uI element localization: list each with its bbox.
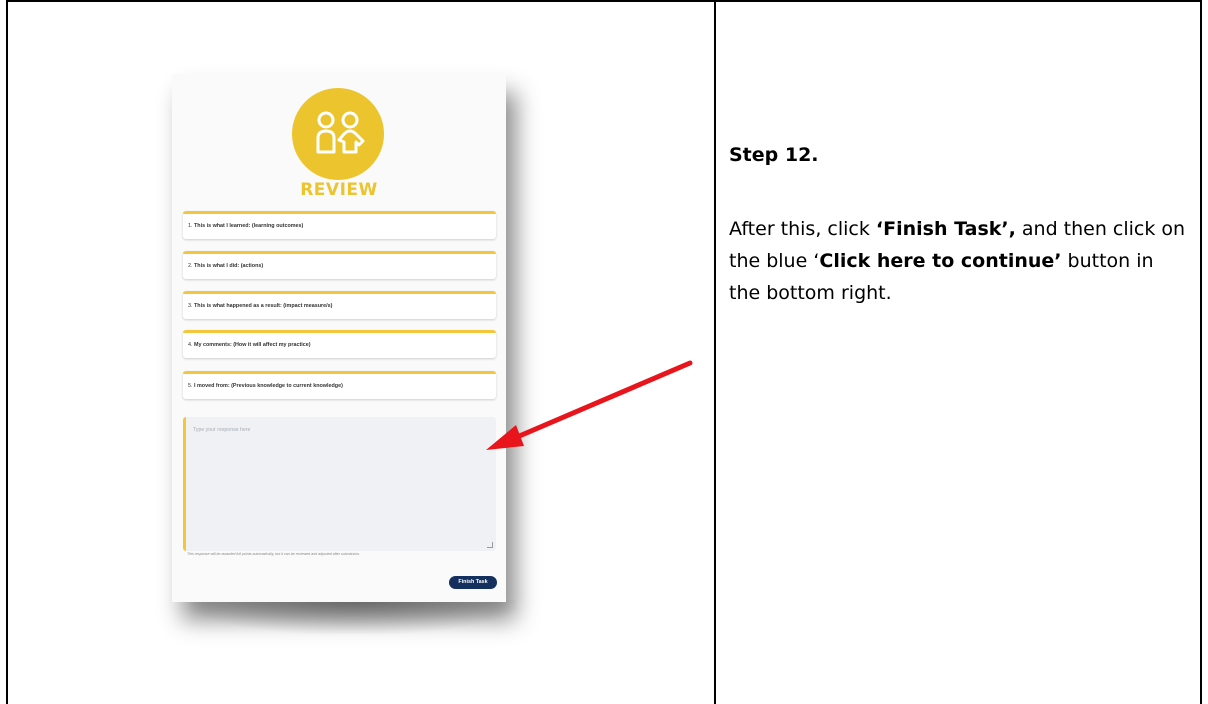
finish-task-emphasis: ‘Finish Task’, (875, 218, 1016, 240)
step-instructions: After this, click ‘Finish Task’, and the… (729, 218, 1186, 304)
red-arrow-icon (486, 360, 693, 450)
step-title: Step 12. (729, 144, 819, 166)
click-here-emphasis: Click here to continue’ (819, 250, 1062, 272)
